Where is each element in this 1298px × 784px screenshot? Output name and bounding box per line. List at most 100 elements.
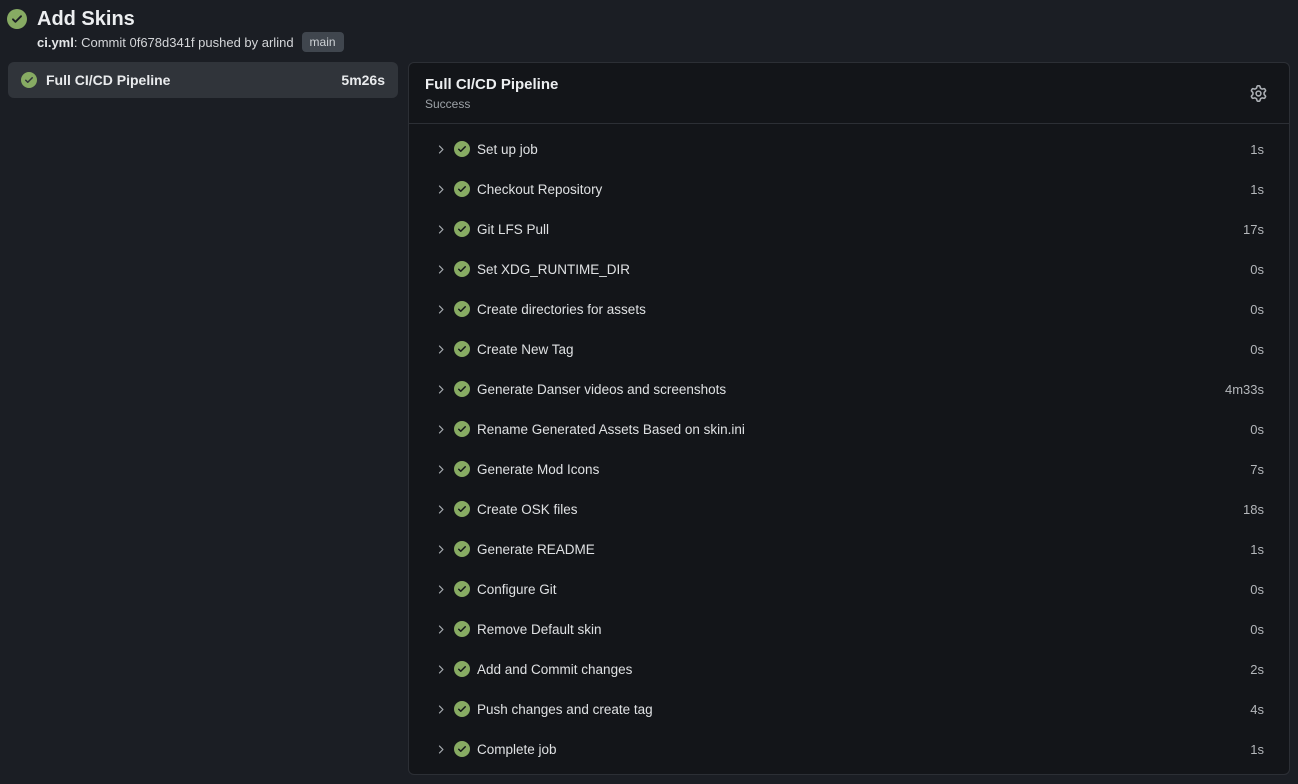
step-name: Configure Git: [477, 582, 1250, 597]
step-success-check-circle-icon: [454, 181, 470, 197]
workflow-file-name: ci.yml: [37, 34, 74, 51]
step-duration: 1s: [1250, 182, 1264, 197]
run-title: Add Skins: [37, 7, 344, 31]
job-success-check-circle-icon: [21, 72, 37, 88]
commit-summary: : Commit 0f678d341f pushed by arlind: [74, 34, 294, 51]
run-success-check-circle-icon: [7, 9, 27, 34]
step-name: Set XDG_RUNTIME_DIR: [477, 262, 1250, 277]
chevron-right-icon: [434, 343, 447, 356]
chevron-right-icon: [434, 503, 447, 516]
step-name: Create OSK files: [477, 502, 1243, 517]
job-panel-title: Full CI/CD Pipeline: [425, 75, 558, 94]
job-panel-header: Full CI/CD Pipeline Success: [409, 63, 1289, 124]
job-duration: 5m26s: [341, 72, 385, 88]
steps-list: Set up job 1s Checkout Repository 1s Git…: [409, 124, 1289, 773]
step-row[interactable]: Git LFS Pull 17s: [409, 209, 1289, 249]
chevron-right-icon: [434, 703, 447, 716]
step-duration: 4m33s: [1225, 382, 1264, 397]
step-success-check-circle-icon: [454, 221, 470, 237]
job-name: Full CI/CD Pipeline: [46, 72, 332, 88]
job-panel-status: Success: [425, 97, 558, 112]
chevron-right-icon: [434, 143, 447, 156]
step-success-check-circle-icon: [454, 261, 470, 277]
step-row[interactable]: Create OSK files 18s: [409, 489, 1289, 529]
step-row[interactable]: Configure Git 0s: [409, 569, 1289, 609]
step-row[interactable]: Create directories for assets 0s: [409, 289, 1289, 329]
step-duration: 1s: [1250, 542, 1264, 557]
step-row[interactable]: Push changes and create tag 4s: [409, 689, 1289, 729]
step-row[interactable]: Create New Tag 0s: [409, 329, 1289, 369]
gear-icon[interactable]: [1246, 81, 1271, 106]
step-name: Create directories for assets: [477, 302, 1250, 317]
step-name: Checkout Repository: [477, 182, 1250, 197]
step-duration: 4s: [1250, 702, 1264, 717]
chevron-right-icon: [434, 263, 447, 276]
step-success-check-circle-icon: [454, 381, 470, 397]
step-duration: 0s: [1250, 342, 1264, 357]
step-name: Generate README: [477, 542, 1250, 557]
step-duration: 1s: [1250, 142, 1264, 157]
step-name: Complete job: [477, 742, 1250, 757]
job-panel-header-text: Full CI/CD Pipeline Success: [425, 75, 558, 112]
run-header-text: Add Skins ci.yml: Commit 0f678d341f push…: [37, 7, 344, 52]
step-duration: 7s: [1250, 462, 1264, 477]
step-duration: 2s: [1250, 662, 1264, 677]
step-row[interactable]: Generate Danser videos and screenshots 4…: [409, 369, 1289, 409]
step-name: Remove Default skin: [477, 622, 1250, 637]
step-duration: 0s: [1250, 422, 1264, 437]
step-success-check-circle-icon: [454, 741, 470, 757]
chevron-right-icon: [434, 663, 447, 676]
job-detail-panel: Full CI/CD Pipeline Success Set up job 1…: [408, 62, 1290, 775]
step-duration: 0s: [1250, 262, 1264, 277]
step-success-check-circle-icon: [454, 541, 470, 557]
step-row[interactable]: Set XDG_RUNTIME_DIR 0s: [409, 249, 1289, 289]
actions-run-page: Add Skins ci.yml: Commit 0f678d341f push…: [0, 0, 1298, 775]
step-row[interactable]: Checkout Repository 1s: [409, 169, 1289, 209]
step-success-check-circle-icon: [454, 621, 470, 637]
step-success-check-circle-icon: [454, 461, 470, 477]
chevron-right-icon: [434, 743, 447, 756]
run-body: Full CI/CD Pipeline 5m26s Full CI/CD Pip…: [0, 58, 1298, 775]
step-row[interactable]: Set up job 1s: [409, 129, 1289, 169]
step-duration: 18s: [1243, 502, 1264, 517]
chevron-right-icon: [434, 183, 447, 196]
chevron-right-icon: [434, 583, 447, 596]
step-name: Generate Danser videos and screenshots: [477, 382, 1225, 397]
step-success-check-circle-icon: [454, 661, 470, 677]
step-duration: 0s: [1250, 582, 1264, 597]
step-duration: 0s: [1250, 302, 1264, 317]
chevron-right-icon: [434, 463, 447, 476]
step-row[interactable]: Remove Default skin 0s: [409, 609, 1289, 649]
step-success-check-circle-icon: [454, 701, 470, 717]
step-success-check-circle-icon: [454, 421, 470, 437]
step-row[interactable]: Complete job 1s: [409, 729, 1289, 769]
chevron-right-icon: [434, 623, 447, 636]
step-name: Push changes and create tag: [477, 702, 1250, 717]
step-row[interactable]: Generate Mod Icons 7s: [409, 449, 1289, 489]
step-row[interactable]: Rename Generated Assets Based on skin.in…: [409, 409, 1289, 449]
step-name: Rename Generated Assets Based on skin.in…: [477, 422, 1250, 437]
chevron-right-icon: [434, 543, 447, 556]
chevron-right-icon: [434, 223, 447, 236]
step-row[interactable]: Add and Commit changes 2s: [409, 649, 1289, 689]
step-success-check-circle-icon: [454, 301, 470, 317]
step-name: Set up job: [477, 142, 1250, 157]
step-duration: 0s: [1250, 622, 1264, 637]
step-name: Add and Commit changes: [477, 662, 1250, 677]
step-row[interactable]: Generate README 1s: [409, 529, 1289, 569]
jobs-sidebar: Full CI/CD Pipeline 5m26s: [8, 62, 398, 98]
step-success-check-circle-icon: [454, 141, 470, 157]
run-header: Add Skins ci.yml: Commit 0f678d341f push…: [0, 0, 1298, 58]
step-name: Git LFS Pull: [477, 222, 1243, 237]
step-duration: 1s: [1250, 742, 1264, 757]
step-name: Generate Mod Icons: [477, 462, 1250, 477]
step-name: Create New Tag: [477, 342, 1250, 357]
step-success-check-circle-icon: [454, 501, 470, 517]
step-success-check-circle-icon: [454, 581, 470, 597]
step-duration: 17s: [1243, 222, 1264, 237]
job-card[interactable]: Full CI/CD Pipeline 5m26s: [8, 62, 398, 98]
branch-badge[interactable]: main: [302, 32, 344, 52]
run-subtitle: ci.yml: Commit 0f678d341f pushed by arli…: [37, 32, 344, 52]
chevron-right-icon: [434, 303, 447, 316]
step-success-check-circle-icon: [454, 341, 470, 357]
